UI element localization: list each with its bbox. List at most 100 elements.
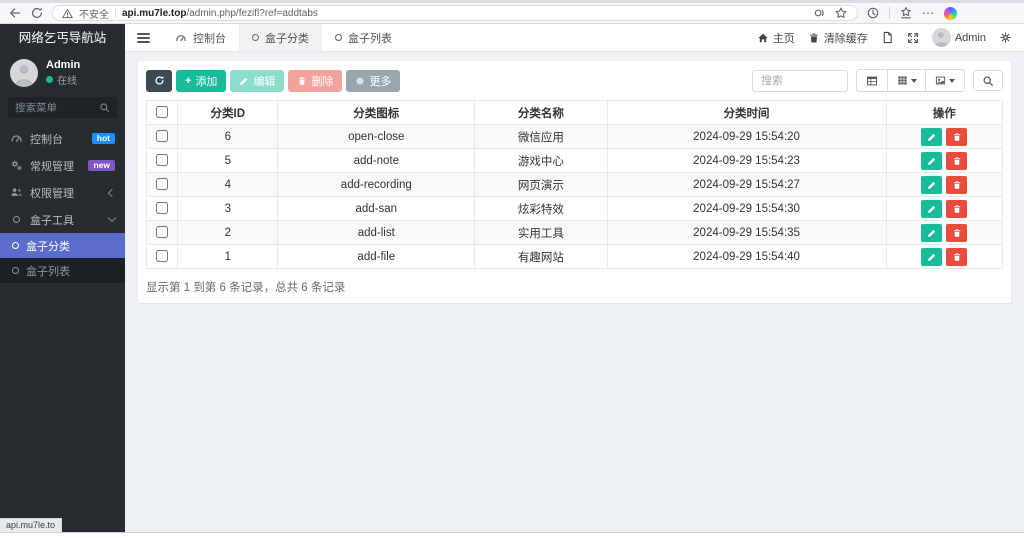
column-header-icon[interactable]: 分类图标 — [278, 101, 475, 125]
sidebar-item-box-tools[interactable]: 盒子工具 — [0, 206, 125, 233]
favorites-bar-icon[interactable] — [899, 6, 913, 20]
row-delete-button[interactable] — [946, 152, 967, 170]
row-icon-name: add-san — [278, 197, 475, 221]
admin-name: Admin — [955, 32, 986, 44]
table-search-input[interactable] — [752, 70, 848, 92]
sidebar-item-box-categories[interactable]: 盒子分类 — [0, 233, 125, 258]
copilot-icon[interactable] — [944, 7, 957, 20]
browser-menu-icon[interactable]: ⋯ — [922, 6, 935, 20]
address-bar[interactable]: 不安全 api.mu7le.top/admin.php/fezifl?ref=a… — [52, 5, 858, 21]
address-divider — [115, 8, 116, 18]
row-edit-button[interactable] — [921, 128, 942, 146]
pencil-icon — [927, 156, 937, 166]
row-checkbox[interactable] — [156, 154, 168, 166]
settings-gear-icon[interactable] — [999, 31, 1012, 44]
row-delete-button[interactable] — [946, 128, 967, 146]
refresh-button[interactable] — [146, 70, 172, 92]
row-delete-button[interactable] — [946, 176, 967, 194]
columns-button[interactable] — [888, 70, 926, 91]
row-delete-button[interactable] — [946, 200, 967, 218]
tab-box-list[interactable]: 盒子列表 — [322, 24, 405, 51]
trash-icon — [952, 252, 962, 262]
address-bar-actions — [812, 6, 848, 20]
pencil-icon — [927, 180, 937, 190]
caret-down-icon — [911, 79, 917, 83]
table-search-button[interactable] — [973, 70, 1003, 91]
add-button[interactable]: + 添加 — [176, 70, 226, 92]
sidebar-item-dashboard[interactable]: 控制台 hot — [0, 125, 125, 152]
circle-icon — [252, 34, 259, 41]
row-icon-name: add-note — [278, 149, 475, 173]
row-category-name: 游戏中心 — [475, 149, 607, 173]
bookmark-star-icon[interactable] — [834, 6, 848, 20]
column-header-id[interactable]: 分类ID — [178, 101, 278, 125]
read-aloud-icon[interactable] — [812, 6, 826, 20]
row-edit-button[interactable] — [921, 152, 942, 170]
row-time: 2024-09-29 15:54:35 — [607, 221, 886, 245]
gauge-icon — [10, 132, 23, 145]
export-button[interactable] — [926, 70, 964, 91]
delete-button[interactable]: 删除 — [288, 70, 342, 92]
toggle-view-button[interactable] — [857, 70, 888, 91]
circle-icon — [12, 265, 19, 277]
row-actions — [886, 197, 1002, 221]
clear-cache-button[interactable]: 清除缓存 — [808, 30, 868, 46]
row-edit-button[interactable] — [921, 176, 942, 194]
row-checkbox[interactable] — [156, 202, 168, 214]
menu-search-input[interactable] — [15, 102, 95, 114]
select-all-checkbox[interactable] — [156, 106, 168, 118]
browser-actions: ⋯ — [866, 6, 957, 20]
tab-box-categories[interactable]: 盒子分类 — [239, 24, 322, 51]
table-icon — [866, 75, 878, 87]
fullscreen-icon[interactable] — [907, 32, 919, 44]
sidebar: 网络乞丐导航站 Admin 在线 控制台 hot 常规管理 new — [0, 24, 125, 532]
row-edit-button[interactable] — [921, 200, 942, 218]
edit-button[interactable]: 编辑 — [230, 70, 284, 92]
admin-profile[interactable]: Admin — [932, 28, 986, 47]
gears-icon — [10, 159, 23, 172]
row-checkbox[interactable] — [156, 250, 168, 262]
url-path: /admin.php/fezifl?ref=addtabs — [186, 8, 317, 19]
not-secure-warning-icon — [62, 8, 73, 19]
back-icon[interactable] — [8, 6, 22, 20]
row-time: 2024-09-29 15:54:40 — [607, 245, 886, 269]
menu-toggle-icon[interactable] — [125, 33, 162, 43]
row-checkbox[interactable] — [156, 130, 168, 142]
row-select-cell — [147, 197, 178, 221]
language-icon[interactable] — [881, 31, 894, 44]
sidebar-item-box-list[interactable]: 盒子列表 — [0, 258, 125, 283]
column-header-name[interactable]: 分类名称 — [475, 101, 607, 125]
trash-icon — [952, 228, 962, 238]
select-all-cell — [147, 101, 178, 125]
row-edit-button[interactable] — [921, 224, 942, 242]
browser-chrome: 不安全 api.mu7le.top/admin.php/fezifl?ref=a… — [0, 0, 1024, 24]
trash-icon — [297, 76, 307, 86]
categories-table: 分类ID 分类图标 分类名称 分类时间 操作 6open-close微信应用20… — [146, 100, 1003, 269]
sidebar-item-permissions[interactable]: 权限管理 — [0, 179, 125, 206]
circle-icon — [335, 34, 342, 41]
admin-app: 网络乞丐导航站 Admin 在线 控制台 hot 常规管理 new — [0, 24, 1024, 532]
row-checkbox[interactable] — [156, 178, 168, 190]
row-edit-button[interactable] — [921, 248, 942, 266]
row-id: 4 — [178, 173, 278, 197]
circle-icon — [10, 216, 23, 223]
history-icon[interactable] — [866, 6, 880, 20]
row-delete-button[interactable] — [946, 248, 967, 266]
sidebar-item-general[interactable]: 常规管理 new — [0, 152, 125, 179]
table-card: + 添加 编辑 删除 更多 — [138, 61, 1011, 303]
tab-dashboard[interactable]: 控制台 — [162, 24, 239, 51]
row-id: 2 — [178, 221, 278, 245]
row-delete-button[interactable] — [946, 224, 967, 242]
reload-icon[interactable] — [30, 6, 44, 20]
column-header-time[interactable]: 分类时间 — [607, 101, 886, 125]
screen: 不安全 api.mu7le.top/admin.php/fezifl?ref=a… — [0, 0, 1024, 539]
chevron-down-icon — [108, 214, 116, 222]
row-category-name: 网页演示 — [475, 173, 607, 197]
topnav-right: 主页 清除缓存 Admin — [757, 28, 1024, 47]
row-id: 1 — [178, 245, 278, 269]
browser-toolbar: 不安全 api.mu7le.top/admin.php/fezifl?ref=a… — [0, 3, 1024, 23]
row-actions — [886, 221, 1002, 245]
home-button[interactable]: 主页 — [757, 30, 795, 46]
more-button[interactable]: 更多 — [346, 70, 400, 92]
row-checkbox[interactable] — [156, 226, 168, 238]
